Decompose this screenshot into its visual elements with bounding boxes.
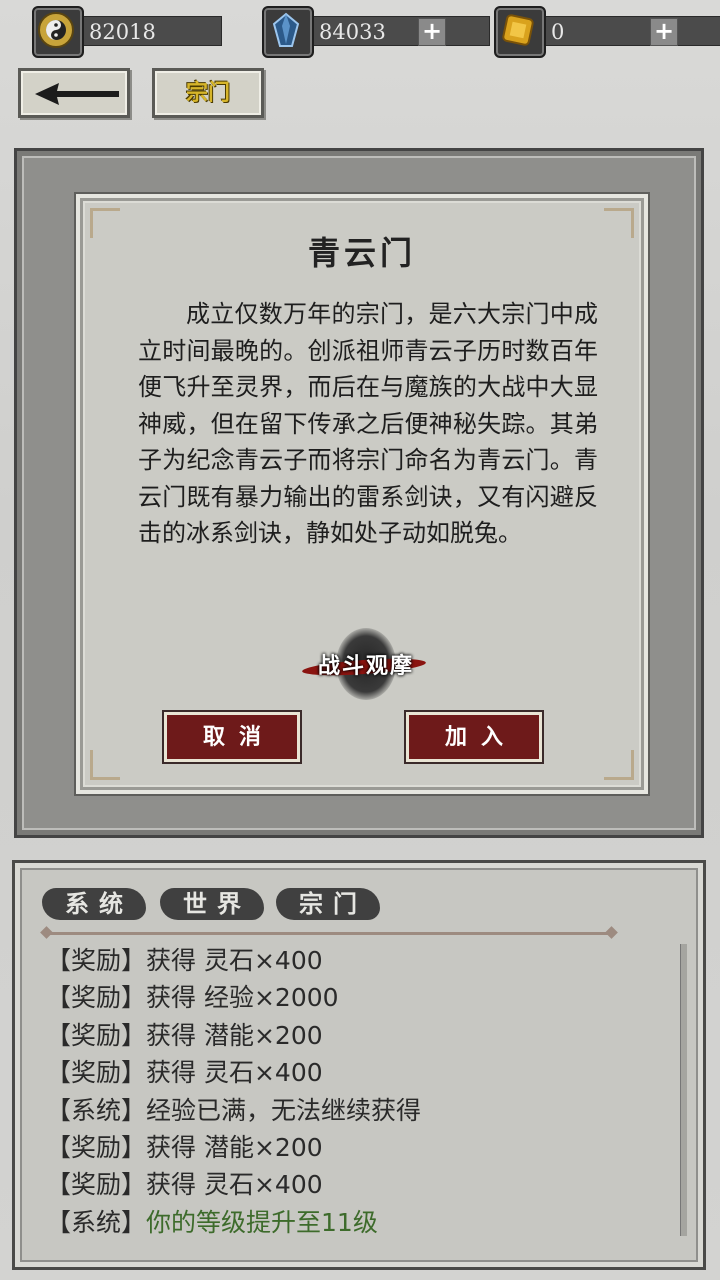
message-tag: 【奖励】	[46, 1058, 147, 1088]
tab-label: 宗门	[299, 889, 367, 918]
gold-ingot-icon	[494, 6, 546, 58]
message-tag: 【系统】	[46, 1095, 147, 1125]
dialog-title: 青云门	[307, 234, 416, 272]
join-button[interactable]: 加入	[406, 712, 542, 762]
tab-sect[interactable]: 宗门	[276, 884, 380, 924]
tab-world[interactable]: 世界	[160, 884, 264, 924]
tab-system[interactable]: 系统	[42, 884, 146, 924]
message-tag: 【奖励】	[46, 1170, 147, 1200]
message-text: 获得 潜能×200	[146, 1132, 323, 1162]
message-text: 获得 灵石×400	[146, 1170, 323, 1200]
chat-scrollbar[interactable]	[680, 944, 687, 1236]
sect-description: 成立仅数万年的宗门，是六大宗门中成立时间最晚的。创派祖师青云子历时数百年便飞升至…	[138, 300, 598, 547]
ornament-corner	[90, 750, 120, 780]
gem-amount: 84033	[306, 16, 490, 46]
sect-info-dialog: 青云门 成立仅数万年的宗门，是六大宗门中成立时间最晚的。创派祖师青云子历时数百年…	[76, 194, 648, 794]
message-text: 获得 灵石×400	[146, 946, 323, 975]
add-gem-button[interactable]: +	[418, 18, 446, 46]
yin-yang-coin-icon	[32, 6, 84, 58]
ornament-corner	[604, 750, 634, 780]
battle-watch-button[interactable]: 战斗观摩	[296, 628, 436, 700]
chat-message: 【奖励】获得 灵石×400	[46, 1166, 666, 1203]
gold-amount: 0	[538, 16, 720, 46]
back-arrow-icon	[35, 83, 119, 105]
message-text: 经验已满，无法继续获得	[146, 1095, 422, 1125]
message-text: 获得 灵石×400	[146, 1058, 323, 1088]
chat-message: 【系统】经验已满，无法继续获得	[46, 1092, 666, 1129]
chat-message: 【系统】你的等级提升至11级	[46, 1204, 666, 1241]
tab-label: 世界	[183, 889, 251, 918]
cancel-button[interactable]: 取消	[164, 712, 300, 762]
sect-tab-button[interactable]: 宗门	[152, 68, 264, 118]
message-tag: 【奖励】	[46, 1020, 147, 1050]
coin-amount: 82018	[76, 16, 222, 46]
back-button[interactable]	[18, 68, 130, 118]
message-text: 获得 潜能×200	[146, 1020, 323, 1050]
message-text: 获得 经验×2000	[146, 983, 339, 1013]
message-tag: 【奖励】	[46, 1132, 147, 1162]
chat-log: 【奖励】获得 灵石×400 【奖励】获得 经验×2000 【奖励】获得 潜能×2…	[46, 942, 666, 1241]
blue-crystal-icon	[262, 6, 314, 58]
message-tag: 【系统】	[46, 1207, 147, 1237]
message-text: 你的等级提升至11级	[146, 1207, 378, 1237]
add-gold-button[interactable]: +	[650, 18, 678, 46]
battle-watch-label: 战斗观摩	[317, 653, 414, 679]
chat-message: 【奖励】获得 经验×2000	[46, 979, 666, 1016]
message-tag: 【奖励】	[46, 983, 147, 1013]
message-tag: 【奖励】	[46, 946, 147, 975]
chat-message: 【奖励】获得 潜能×200	[46, 1129, 666, 1166]
chat-message: 【奖励】获得 灵石×400	[46, 1054, 666, 1091]
chat-divider	[46, 932, 612, 935]
tab-label: 系统	[65, 889, 133, 918]
chat-message: 【奖励】获得 潜能×200	[46, 1017, 666, 1054]
chat-message: 【奖励】获得 灵石×400	[46, 942, 666, 979]
